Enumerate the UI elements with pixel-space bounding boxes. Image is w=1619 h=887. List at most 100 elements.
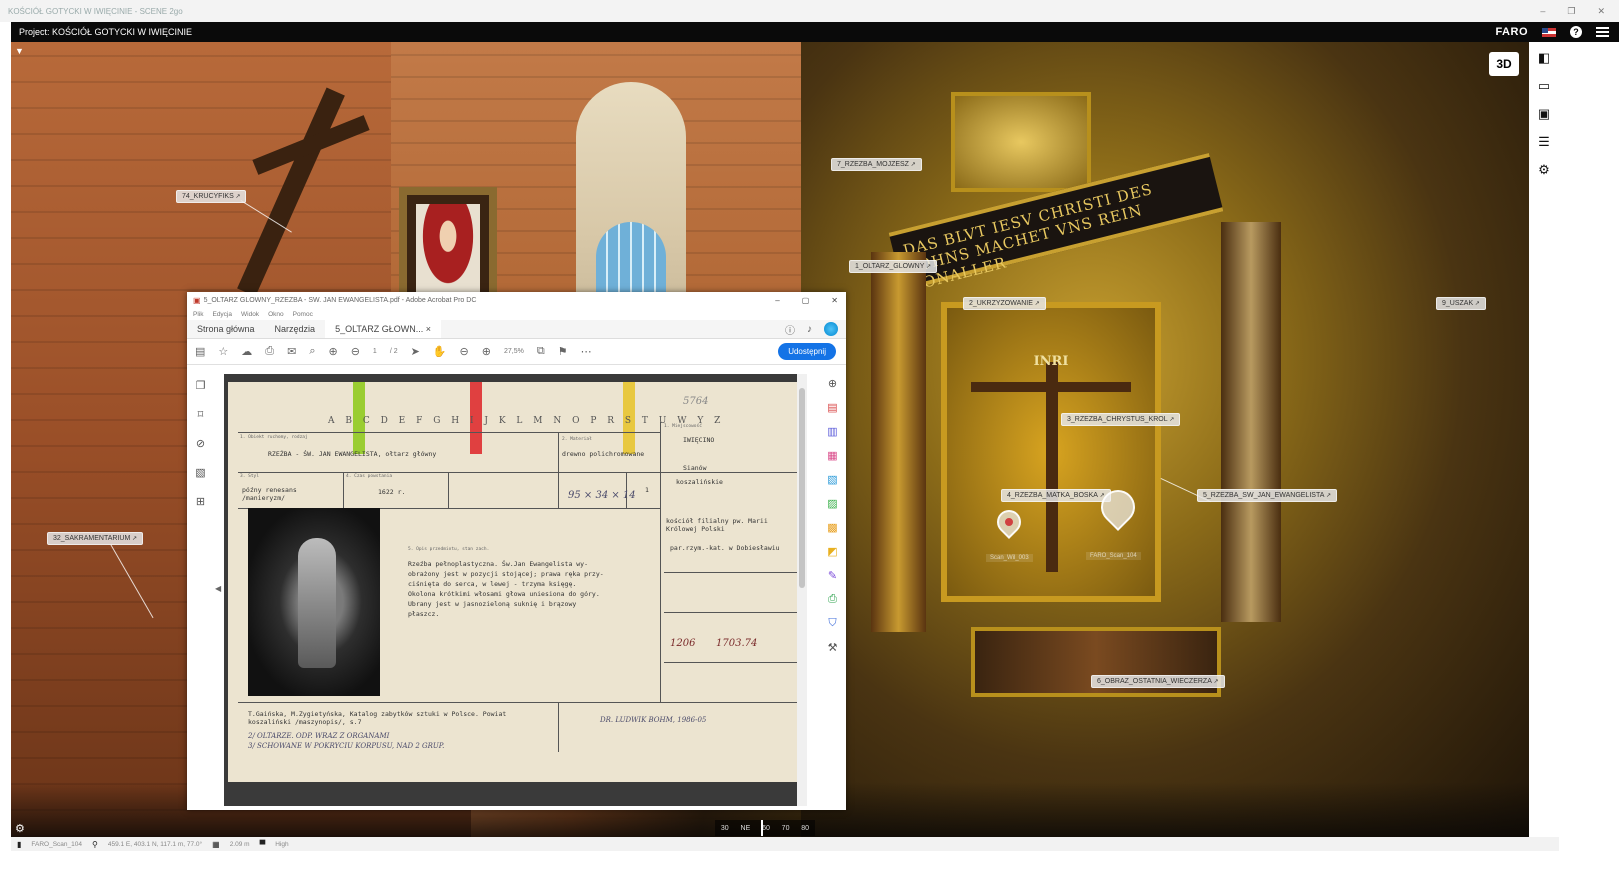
menu-item-help[interactable]: Pomoc — [293, 311, 313, 318]
acrobat-maximize-button[interactable]: ▢ — [802, 296, 810, 305]
upload-icon[interactable]: ☁ — [241, 345, 252, 358]
layers-icon[interactable]: ▧ — [195, 466, 205, 479]
search-icon[interactable]: ⌕ — [309, 345, 315, 358]
minimize-button[interactable]: – — [1540, 6, 1545, 17]
hotspot-uszak[interactable]: 9_USZAK — [1436, 297, 1486, 310]
zoom-in-icon[interactable]: ⊕ — [482, 345, 491, 358]
card-province: koszalińskie — [676, 478, 723, 486]
language-flag-icon[interactable] — [1542, 27, 1556, 37]
map-icon[interactable]: ▭ — [1536, 78, 1552, 94]
edit-pdf-icon[interactable]: ▧ — [827, 473, 837, 486]
hotspot-krucyfiks[interactable]: 74_KRUCYFIKS — [176, 190, 247, 203]
close-tab-icon[interactable]: × — [426, 324, 431, 334]
compass-tick: NE — [740, 824, 751, 832]
hotspot-sakramentarium[interactable]: 32_SAKRAMENTARIUM — [47, 532, 143, 545]
hotspot-ukrzyzowanie[interactable]: 2_UKRZYZOWANIE — [963, 297, 1046, 310]
more-icon[interactable]: ⋯ — [581, 345, 592, 358]
document-viewer[interactable]: A B C D E F G H I J K L M N O P R S T U … — [224, 374, 802, 806]
combine-files-icon[interactable]: ▥ — [827, 425, 837, 438]
acrobat-window[interactable]: ▣ 5_OLTARZ GLOWNY_RZEZBA - SW. JAN EWANG… — [187, 292, 846, 810]
export-pdf-icon[interactable]: ▤ — [827, 401, 837, 414]
status-measurement: 2.09 m — [229, 840, 250, 848]
acrobat-close-button[interactable]: ✕ — [831, 296, 838, 305]
app-title: KOŚCIÓŁ GOTYCKI W IWIĘCINIE - SCENE 2go — [8, 6, 183, 16]
hotspot-oltarz-glowny[interactable]: 1_OLTARZ_GLOWNY — [849, 260, 938, 273]
acrobat-menubar: Plik Edycja Widok Okno Pomoc — [187, 309, 846, 320]
annotate-icon[interactable]: ⚑ — [558, 345, 568, 358]
compass-bar[interactable]: 30 NE 60 70 80 — [715, 820, 815, 836]
close-button[interactable]: ✕ — [1597, 6, 1605, 17]
card-field-label: 3. Styl — [240, 474, 259, 479]
menu-item-view[interactable]: Widok — [241, 311, 259, 318]
attachment-icon[interactable]: ⊘ — [196, 437, 205, 450]
stamp-icon[interactable]: ◩ — [827, 545, 837, 558]
share-button[interactable]: Udostępnij — [778, 343, 836, 360]
bell-icon[interactable]: ♪ — [807, 324, 812, 335]
hotspot-rzezba-mojzesz[interactable]: 7_RZEZBA_MOJZESZ — [831, 158, 922, 171]
bookmark-icon[interactable]: ⌑ — [198, 408, 204, 421]
menu-item-window[interactable]: Okno — [268, 311, 284, 318]
collapse-left-icon[interactable]: ◀ — [215, 584, 221, 593]
help-icon[interactable]: ? — [1570, 26, 1582, 38]
maximize-button[interactable]: ❐ — [1567, 6, 1575, 17]
page-up-icon[interactable]: ⊕ — [328, 345, 337, 358]
comment-icon[interactable]: ▩ — [827, 521, 837, 534]
scan-icon: ▮ — [17, 839, 22, 849]
scrollbar-thumb[interactable] — [799, 388, 805, 588]
save-icon[interactable]: ▤ — [195, 345, 205, 358]
hotspot-chrystus-krol[interactable]: 3_RZEZBA_CHRYSTUS_KROL — [1061, 413, 1181, 426]
book-icon[interactable]: ◧ — [1536, 50, 1552, 66]
print-icon[interactable]: ⎙ — [265, 345, 274, 358]
card-parish: par.rzym.-kat. w Dobiesławiu — [670, 544, 780, 552]
zoom-select[interactable]: 27,5% — [504, 348, 524, 355]
acrobat-minimize-button[interactable]: – — [775, 296, 779, 305]
hotspot-sw-jan-ewangelista[interactable]: 5_RZEZBA_SW_JAN_EWANGELISTA — [1197, 489, 1338, 502]
pages-icon[interactable]: ❐ — [196, 379, 206, 392]
viewer-settings-icon[interactable]: ⚙ — [15, 822, 25, 835]
card-county: Sianów — [683, 464, 707, 472]
hotspot-ostatnia-wieczerza[interactable]: 6_OBRAZ_OSTATNIA_WIECZERZA — [1091, 675, 1225, 688]
view-3d-button[interactable]: 3D — [1489, 52, 1519, 76]
tab-tools[interactable]: Narzędzia — [265, 320, 326, 338]
create-pdf-icon[interactable]: ▨ — [827, 497, 837, 510]
acrobat-left-panel: ❐ ⌑ ⊘ ▧ ⊞ — [187, 367, 214, 810]
help-icon[interactable]: ⓘ — [785, 322, 795, 337]
tab-home[interactable]: Strona główna — [187, 320, 265, 338]
menu-item-file[interactable]: Plik — [193, 311, 203, 318]
quality-icon[interactable]: ▀ — [260, 840, 266, 849]
filter-icon[interactable]: ▼ — [15, 46, 24, 56]
gear-icon[interactable]: ⚙ — [1536, 162, 1552, 178]
page-fit-icon[interactable]: ⧉ — [537, 345, 545, 358]
print-production-icon[interactable]: ⎙ — [828, 593, 837, 606]
select-tool-icon[interactable]: ➤ — [411, 345, 420, 358]
page-down-icon[interactable]: ⊖ — [351, 345, 360, 358]
image-icon[interactable]: ▣ — [1536, 106, 1552, 122]
card-author: DR. LUDWIK BOHM, 1986-05 — [600, 716, 707, 724]
menu-item-edit[interactable]: Edycja — [212, 311, 232, 318]
structure-icon[interactable]: ⊞ — [196, 495, 205, 508]
page-number-input[interactable]: 1 — [373, 348, 377, 355]
acrobat-toolbar: ▤ ☆ ☁ ⎙ ✉ ⌕ ⊕ ⊖ 1 / 2 ➤ ✋ ⊖ ⊕ 27,5% ⧉ ⚑ … — [187, 339, 846, 365]
more-tools-icon[interactable]: ⚒ — [828, 641, 838, 654]
compass-tick: 60 — [762, 824, 770, 832]
hand-tool-icon[interactable]: ✋ — [433, 345, 447, 358]
organize-pages-icon[interactable]: ▦ — [827, 449, 837, 462]
portrait-painting — [416, 204, 480, 296]
measure-icon[interactable]: ▦ — [212, 840, 220, 849]
email-icon[interactable]: ✉ — [287, 345, 296, 358]
zoom-out-icon[interactable]: ⊖ — [460, 345, 469, 358]
document-scrollbar[interactable] — [797, 374, 807, 806]
fill-sign-icon[interactable]: ✎ — [828, 569, 837, 582]
hotspot-matka-boska[interactable]: 4_RZEZBA_MATKA_BOSKA — [1001, 489, 1111, 502]
card-location: IWIĘCINO — [683, 436, 715, 444]
tab-document[interactable]: 5_OLTARZ GŁOWN... × — [325, 320, 442, 338]
zoom-search-icon[interactable]: ⊕ — [828, 377, 837, 390]
list-icon[interactable]: ☰ — [1536, 134, 1552, 150]
avatar[interactable] — [824, 322, 838, 336]
star-icon[interactable]: ☆ — [218, 345, 228, 358]
card-description-line: obrażony jest w pozycji stojącej; prawa … — [408, 570, 604, 578]
compass-tick: 30 — [720, 824, 729, 832]
status-quality-mode[interactable]: High — [275, 841, 288, 848]
menu-icon[interactable] — [1596, 27, 1609, 37]
protect-icon[interactable]: ⛉ — [828, 617, 836, 630]
